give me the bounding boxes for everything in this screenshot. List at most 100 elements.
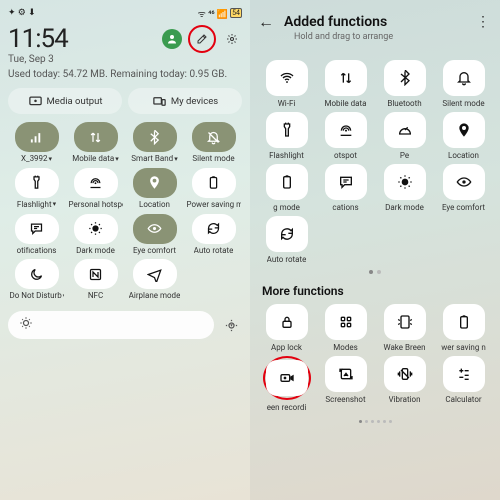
bluetooth-icon	[397, 70, 413, 86]
airplane-icon	[147, 267, 162, 282]
updown-icon	[338, 70, 354, 86]
tile-label: Auto rotate	[194, 247, 234, 256]
tile-bluetooth: Bluetooth	[376, 60, 433, 108]
tile-button-darkmode[interactable]	[384, 164, 426, 200]
tile-button-smartband[interactable]	[133, 122, 177, 152]
tile-label: Wi-Fi	[278, 99, 296, 108]
tile-button-flashlight[interactable]	[266, 112, 308, 148]
tile-applock: App lock	[258, 304, 315, 352]
battery-icon	[456, 314, 472, 330]
tile-button-silent[interactable]	[443, 60, 485, 96]
calculator-icon	[456, 366, 472, 382]
tile-location: Location	[435, 112, 492, 160]
overflow-menu-icon[interactable]: ⋮	[476, 14, 490, 30]
tile-button-wifi[interactable]	[266, 60, 308, 96]
tile-button-silent[interactable]	[192, 122, 236, 152]
tile-label: Dark mode	[76, 247, 115, 256]
tile-label: Pe	[400, 151, 409, 160]
tile-button-vibration[interactable]	[384, 356, 426, 392]
tile-button-mobiledata[interactable]	[74, 122, 118, 152]
tile-button-autorotate[interactable]	[266, 216, 308, 252]
date-label: Tue, Sep 3	[8, 54, 242, 65]
tile-gmode: g mode	[258, 164, 315, 212]
wake-icon	[397, 314, 413, 330]
tile-button-powersave[interactable]	[192, 168, 236, 198]
lock-icon	[279, 314, 295, 330]
page-subtitle: Hold and drag to arrange	[294, 32, 393, 42]
tile-label: Screenshot	[325, 395, 365, 404]
tile-button-modes[interactable]	[325, 304, 367, 340]
tile-label: Flashlight	[269, 151, 304, 160]
highlight-ring	[263, 356, 311, 400]
tile-button-darkmode[interactable]	[74, 214, 118, 244]
profile-icon[interactable]	[162, 29, 182, 49]
flashlight-icon	[279, 122, 295, 138]
clock: 11:54	[8, 24, 68, 54]
darkmode-icon	[88, 221, 103, 236]
tile-button-flashlight[interactable]	[15, 168, 59, 198]
data-usage-label: Used today: 54.72 MB. Remaining today: 0…	[8, 69, 242, 80]
tile-button-calculator[interactable]	[443, 356, 485, 392]
auto-brightness-button[interactable]	[220, 314, 242, 336]
back-button[interactable]: ←	[258, 12, 274, 32]
tile-button-eyecomfort[interactable]	[133, 214, 177, 244]
tile-button-mobiledata[interactable]	[325, 60, 367, 96]
tile-button-hotspot[interactable]	[74, 168, 118, 198]
tile-network: X_3992▾	[8, 122, 65, 164]
tile-label: Flashlight▾	[17, 201, 56, 210]
added-functions-grid: Wi-Fi Mobile data Bluetooth Silent mode Flas…	[258, 60, 492, 264]
tile-label: Silent mode	[442, 99, 484, 108]
tile-label: Personal hotspot▾	[69, 201, 123, 210]
tile-label: Bluetooth	[387, 99, 421, 108]
tile-airplane: Airplane mode	[126, 259, 183, 301]
tile-button-nfc[interactable]	[74, 259, 118, 289]
tile-button-notifications[interactable]	[15, 214, 59, 244]
tile-flashlight: Flashlight	[258, 112, 315, 160]
tile-button-location[interactable]	[443, 112, 485, 148]
tile-autorotate: Auto rotate	[185, 214, 242, 256]
tile-wersaving: wer saving n	[435, 304, 492, 352]
tile-button-eyecomfort[interactable]	[443, 164, 485, 200]
tile-label: Auto rotate	[267, 255, 307, 264]
settings-icon[interactable]	[222, 29, 242, 49]
tile-button-autorotate[interactable]	[192, 214, 236, 244]
media-output-button[interactable]: Media output	[8, 88, 122, 114]
bluetooth-icon	[147, 130, 162, 145]
tile-wakebreen: Wake Breen	[376, 304, 433, 352]
tile-label: Silent mode	[192, 155, 234, 164]
tile-button-airplane[interactable]	[133, 259, 177, 289]
tile-dnd: Do Not Disturb▾	[8, 259, 65, 301]
tile-button-location[interactable]	[133, 168, 177, 198]
tile-button-screenrec[interactable]	[266, 360, 308, 396]
record-icon	[279, 370, 295, 386]
eye-icon	[147, 221, 162, 236]
brightness-slider[interactable]	[8, 311, 214, 339]
screenshot-icon	[338, 366, 354, 382]
tile-screenrec: een recordi	[258, 356, 315, 412]
tile-button-network[interactable]	[15, 122, 59, 152]
comment-icon	[29, 221, 44, 236]
tile-darkmode: Dark mode	[376, 164, 433, 212]
quick-settings-panel: ✦ ⚙ ⬇ ᯤ ⁴⁶ 📶 54 11:54 Tue, Sep 3 Used to…	[0, 0, 250, 500]
my-devices-button[interactable]: My devices	[128, 88, 242, 114]
tile-hotspot: Personal hotspot▾	[67, 168, 124, 210]
tile-button-bluetooth[interactable]	[384, 60, 426, 96]
tile-darkmode: Dark mode	[67, 214, 124, 256]
tile-button-applock[interactable]	[266, 304, 308, 340]
page-indicator	[258, 270, 492, 274]
edit-highlight-ring	[188, 25, 216, 53]
tile-button-cations[interactable]	[325, 164, 367, 200]
tile-button-perf[interactable]	[384, 112, 426, 148]
tile-button-dnd[interactable]	[15, 259, 59, 289]
tile-label: Mobile data	[325, 99, 367, 108]
tile-perf: Pe	[376, 112, 433, 160]
tile-button-hotspot[interactable]	[325, 112, 367, 148]
tile-button-gmode[interactable]	[266, 164, 308, 200]
tile-button-wakebreen[interactable]	[384, 304, 426, 340]
edit-icon[interactable]	[192, 29, 212, 49]
tile-button-wersaving[interactable]	[443, 304, 485, 340]
wifi-icon	[279, 70, 295, 86]
battery-icon	[279, 174, 295, 190]
tile-button-screenshot[interactable]	[325, 356, 367, 392]
tile-modes: Modes	[317, 304, 374, 352]
